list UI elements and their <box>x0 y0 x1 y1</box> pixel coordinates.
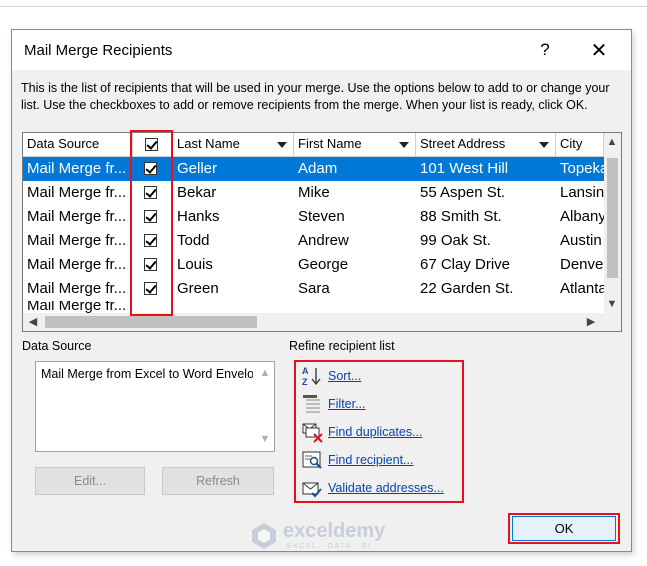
cell-street-address: 67 Clay Drive <box>420 256 511 273</box>
cell-city: Atlanta <box>560 280 604 297</box>
scroll-left-icon[interactable]: ◀ <box>25 314 41 330</box>
help-button[interactable]: ? <box>537 40 553 60</box>
cell-last-name: Todd <box>177 232 210 249</box>
cell-data-source: Mail Merge fr... <box>27 208 127 225</box>
dropdown-arrow-icon[interactable] <box>399 142 409 148</box>
cell-first-name: Andrew <box>298 232 349 249</box>
validate-addresses-icon <box>302 482 322 498</box>
find-duplicates-link[interactable]: Find duplicates... <box>328 425 423 439</box>
cell-street-address: 55 Aspen St. <box>420 184 506 201</box>
svg-text:A: A <box>302 366 309 376</box>
cell-last-name: Green <box>177 280 219 297</box>
edit-button[interactable]: Edit... <box>35 467 145 495</box>
scroll-right-icon[interactable]: ▶ <box>583 314 599 330</box>
column-header-label: Street Address <box>420 136 506 151</box>
mail-merge-recipients-dialog: Mail Merge Recipients ? ✕ This is the li… <box>11 29 632 552</box>
data-source-item[interactable]: Mail Merge from Excel to Word Envelopes <box>41 367 253 381</box>
column-header-label: Data Source <box>27 136 100 151</box>
horizontal-scroll-thumb[interactable] <box>45 316 257 328</box>
scroll-up-icon[interactable]: ▲ <box>257 365 273 381</box>
exceldemy-watermark: exceldemy EXCEL · DATA · BI <box>251 520 411 556</box>
cell-street-address: 99 Oak St. <box>420 232 491 249</box>
validate-addresses-link[interactable]: Validate addresses... <box>328 481 444 495</box>
cell-data-source: Mail Merge fr... <box>27 256 127 273</box>
column-header-label: Last Name <box>177 136 240 151</box>
cell-first-name: George <box>298 256 349 273</box>
column-header-last-name[interactable]: Last Name <box>173 133 294 157</box>
scroll-up-icon[interactable]: ▲ <box>604 134 620 150</box>
svg-text:Z: Z <box>302 377 308 387</box>
find-recipient-icon <box>302 451 322 469</box>
close-button[interactable]: ✕ <box>588 38 610 63</box>
cell-city: Austin <box>560 232 602 249</box>
sort-link[interactable]: Sort... <box>328 369 361 383</box>
refresh-button[interactable]: Refresh <box>162 467 274 495</box>
cell-first-name: Sara <box>298 280 330 297</box>
column-header-city[interactable]: City <box>556 133 604 157</box>
top-border <box>0 0 647 7</box>
exceldemy-logo-icon <box>252 523 276 549</box>
find-recipient-link[interactable]: Find recipient... <box>328 453 413 467</box>
cell-data-source: Mail Merge fr... <box>27 232 127 249</box>
cell-data-source: Mail Merge fr... <box>27 184 127 201</box>
cell-city: Albany <box>560 208 604 225</box>
table-row[interactable]: Mail Merge fr... Green Sara 22 Garden St. At… <box>23 277 604 301</box>
cell-city: Topeka <box>560 160 604 177</box>
scroll-down-icon[interactable]: ▼ <box>604 296 620 312</box>
data-source-scrollbar[interactable]: ▲ ▼ <box>257 363 274 450</box>
column-header-data-source[interactable]: Data Source <box>23 133 133 157</box>
data-source-list[interactable]: Mail Merge from Excel to Word Envelopes … <box>35 361 275 452</box>
find-duplicates-icon <box>302 423 323 443</box>
column-header-street-address[interactable]: Street Address <box>416 133 556 157</box>
column-header-first-name[interactable]: First Name <box>294 133 416 157</box>
refine-recipient-list-label: Refine recipient list <box>289 339 395 353</box>
filter-link[interactable]: Filter... <box>328 397 366 411</box>
cell-street-address: 101 West Hill <box>420 160 509 177</box>
cell-last-name: Louis <box>177 256 213 273</box>
watermark-tagline: EXCEL · DATA · BI <box>287 543 372 550</box>
table-row[interactable]: Mail Merge fr... Hanks Steven 88 Smith St. A… <box>23 205 604 229</box>
cell-last-name: Hanks <box>177 208 220 225</box>
data-source-label: Data Source <box>22 339 92 353</box>
cell-street-address: 22 Garden St. <box>420 280 514 297</box>
dropdown-arrow-icon[interactable] <box>539 142 549 148</box>
description-text: This is the list of recipients that will… <box>21 81 610 112</box>
cell-data-source: Mail Merge fr... <box>27 160 127 177</box>
table-row[interactable]: Mail Merge fr... Bekar Mike 55 Aspen St. Lan… <box>23 181 604 205</box>
title-bar: Mail Merge Recipients ? ✕ <box>12 30 631 70</box>
dialog-title: Mail Merge Recipients <box>24 42 173 59</box>
watermark-name: exceldemy <box>283 520 386 542</box>
vertical-scroll-thumb[interactable] <box>607 158 618 278</box>
cell-city: Denver <box>560 256 604 273</box>
filter-icon <box>303 395 320 413</box>
dropdown-arrow-icon[interactable] <box>277 142 287 148</box>
cell-first-name: Adam <box>298 160 338 177</box>
checkbox-column-highlight <box>130 130 173 316</box>
cell-data-source: Mail Merge fr... <box>27 280 127 297</box>
table-row[interactable]: Mail Merge fr... Geller Adam 101 West Hill T… <box>23 157 604 181</box>
cell-city: Lansing <box>560 184 604 201</box>
cell-first-name: Steven <box>298 208 345 225</box>
scroll-down-icon[interactable]: ▼ <box>257 431 273 447</box>
column-header-label: City <box>560 136 583 151</box>
table-row[interactable]: Mail Merge fr... Louis George 67 Clay Drive… <box>23 253 604 277</box>
cell-street-address: 88 Smith St. <box>420 208 502 225</box>
cell-first-name: Mike <box>298 184 330 201</box>
recipients-grid[interactable]: Data Source Last Name First Name Street … <box>22 132 622 332</box>
table-row[interactable]: Mail Merge fr... Todd Andrew 99 Oak St. Aust… <box>23 229 604 253</box>
sort-az-icon: A Z <box>302 366 321 387</box>
ok-button[interactable]: OK <box>512 516 616 541</box>
cell-last-name: Bekar <box>177 184 217 201</box>
column-header-label: First Name <box>298 136 362 151</box>
cell-last-name: Geller <box>177 160 218 177</box>
